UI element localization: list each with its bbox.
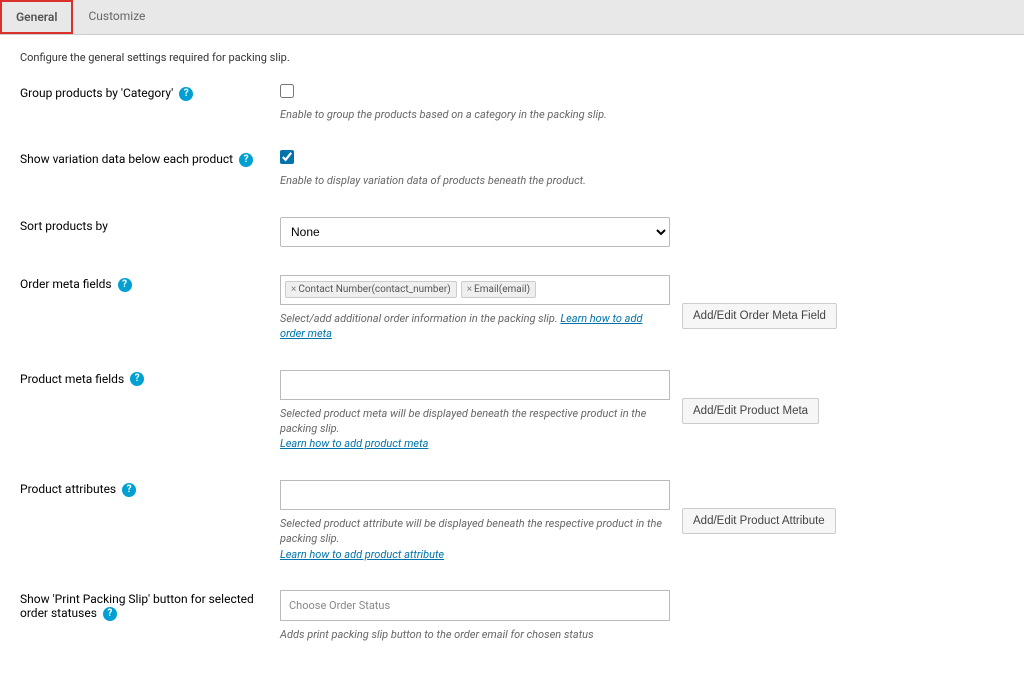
productmeta-tagbox[interactable] [280, 370, 670, 400]
tab-customize[interactable]: Customize [73, 0, 160, 34]
close-icon[interactable]: × [467, 284, 472, 295]
help-icon[interactable]: ? [118, 278, 132, 292]
sort-label: Sort products by [20, 219, 108, 233]
variation-checkbox[interactable] [280, 150, 294, 164]
group-desc: Enable to group the products based on a … [280, 107, 670, 122]
row-order-meta: Order meta fields ? ×Contact Number(cont… [20, 275, 1004, 342]
row-variation: Show variation data below each product ?… [20, 150, 1004, 188]
row-product-meta: Product meta fields ? Selected product m… [20, 370, 1004, 452]
help-icon[interactable]: ? [130, 372, 144, 386]
help-icon[interactable]: ? [179, 87, 193, 101]
variation-desc: Enable to display variation data of prod… [280, 173, 670, 188]
group-checkbox[interactable] [280, 84, 294, 98]
variation-label: Show variation data below each product [20, 152, 233, 166]
tab-bar: General Customize [0, 0, 1024, 35]
link-learn-product-meta[interactable]: Learn how to add product meta [280, 437, 428, 450]
row-group-products: Group products by 'Category' ? Enable to… [20, 84, 1004, 122]
printbtn-statusbox[interactable]: Choose Order Status [280, 590, 670, 621]
group-label: Group products by 'Category' [20, 86, 173, 100]
help-icon[interactable]: ? [122, 483, 136, 497]
ordermeta-tagbox[interactable]: ×Contact Number(contact_number) ×Email(e… [280, 275, 670, 305]
link-learn-product-attribute[interactable]: Learn how to add product attribute [280, 548, 444, 561]
add-edit-product-meta-button[interactable]: Add/Edit Product Meta [682, 398, 819, 424]
row-product-attributes: Product attributes ? Selected product at… [20, 480, 1004, 562]
settings-content: Configure the general settings required … [0, 35, 1024, 700]
help-icon[interactable]: ? [239, 153, 253, 167]
tab-general[interactable]: General [0, 0, 73, 34]
tag-contact-number[interactable]: ×Contact Number(contact_number) [285, 281, 457, 298]
productattr-tagbox[interactable] [280, 480, 670, 510]
ordermeta-label: Order meta fields [20, 277, 112, 291]
row-print-button-statuses: Show 'Print Packing Slip' button for sel… [20, 590, 1004, 642]
add-edit-order-meta-button[interactable]: Add/Edit Order Meta Field [682, 303, 837, 329]
productattr-desc: Selected product attribute will be displ… [280, 516, 670, 562]
close-icon[interactable]: × [291, 284, 296, 295]
sort-select[interactable]: None [280, 217, 670, 247]
row-sort: Sort products by None [20, 217, 1004, 247]
add-edit-product-attribute-button[interactable]: Add/Edit Product Attribute [682, 508, 836, 534]
productmeta-desc: Selected product meta will be displayed … [280, 406, 670, 452]
printbtn-placeholder: Choose Order Status [285, 595, 394, 616]
help-icon[interactable]: ? [103, 607, 117, 621]
intro-text: Configure the general settings required … [20, 51, 1004, 64]
tag-email[interactable]: ×Email(email) [461, 281, 536, 298]
productattr-label: Product attributes [20, 482, 116, 496]
printbtn-desc: Adds print packing slip button to the or… [280, 627, 670, 642]
productmeta-label: Product meta fields [20, 372, 124, 386]
ordermeta-desc: Select/add additional order information … [280, 311, 670, 342]
printbtn-label: Show 'Print Packing Slip' button for sel… [20, 592, 254, 620]
